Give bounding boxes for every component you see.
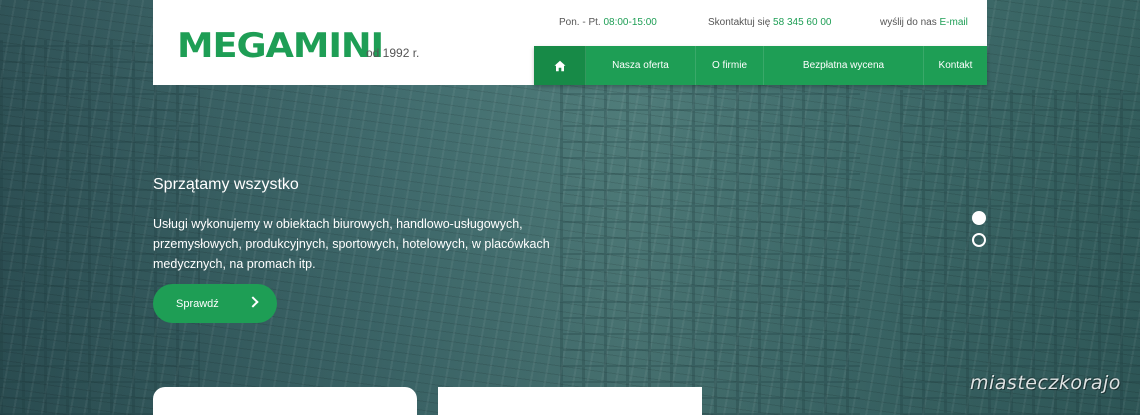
watermark: miasteczkorajo — [970, 372, 1121, 394]
nav-kontakt[interactable]: Kontakt — [924, 46, 987, 85]
nav-home[interactable] — [534, 46, 586, 85]
home-icon — [554, 60, 565, 71]
slider-dot-1[interactable] — [972, 211, 986, 225]
nav-nasza-oferta[interactable]: Nasza oferta — [586, 46, 696, 85]
chevron-right-icon — [247, 296, 259, 308]
hero-title: Sprzątamy wszystko — [153, 176, 299, 193]
megamini-logo[interactable]: MEGAMINI — [177, 26, 384, 66]
contact-phone: Skontaktuj się 58 345 60 00 — [708, 17, 832, 28]
phone-link[interactable]: 58 345 60 00 — [773, 17, 831, 28]
feature-card-2[interactable] — [438, 387, 702, 415]
building-texture — [900, 90, 1140, 415]
since-label: od 1992 r. — [366, 46, 420, 60]
email-link[interactable]: E-mail — [939, 17, 967, 28]
slider-dot-2[interactable] — [972, 233, 986, 247]
main-nav: Nasza oferta O firmie Bezpłatna wycena K… — [534, 46, 987, 85]
nav-bezplatna-wycena[interactable]: Bezpłatna wycena — [764, 46, 924, 85]
opening-hours: Pon. - Pt. 08:00-15:00 — [559, 17, 657, 28]
check-button[interactable]: Sprawdź — [153, 284, 277, 323]
feature-card-1[interactable] — [153, 387, 417, 415]
site-header: MEGAMINI od 1992 r. Pon. - Pt. 08:00-15:… — [153, 0, 987, 85]
check-button-label: Sprawdź — [176, 297, 219, 310]
hero-description: Usługi wykonujemy w obiektach biurowych,… — [153, 217, 550, 271]
nav-o-firmie[interactable]: O firmie — [696, 46, 764, 85]
email-contact: wyślij do nas E-mail — [880, 17, 968, 28]
